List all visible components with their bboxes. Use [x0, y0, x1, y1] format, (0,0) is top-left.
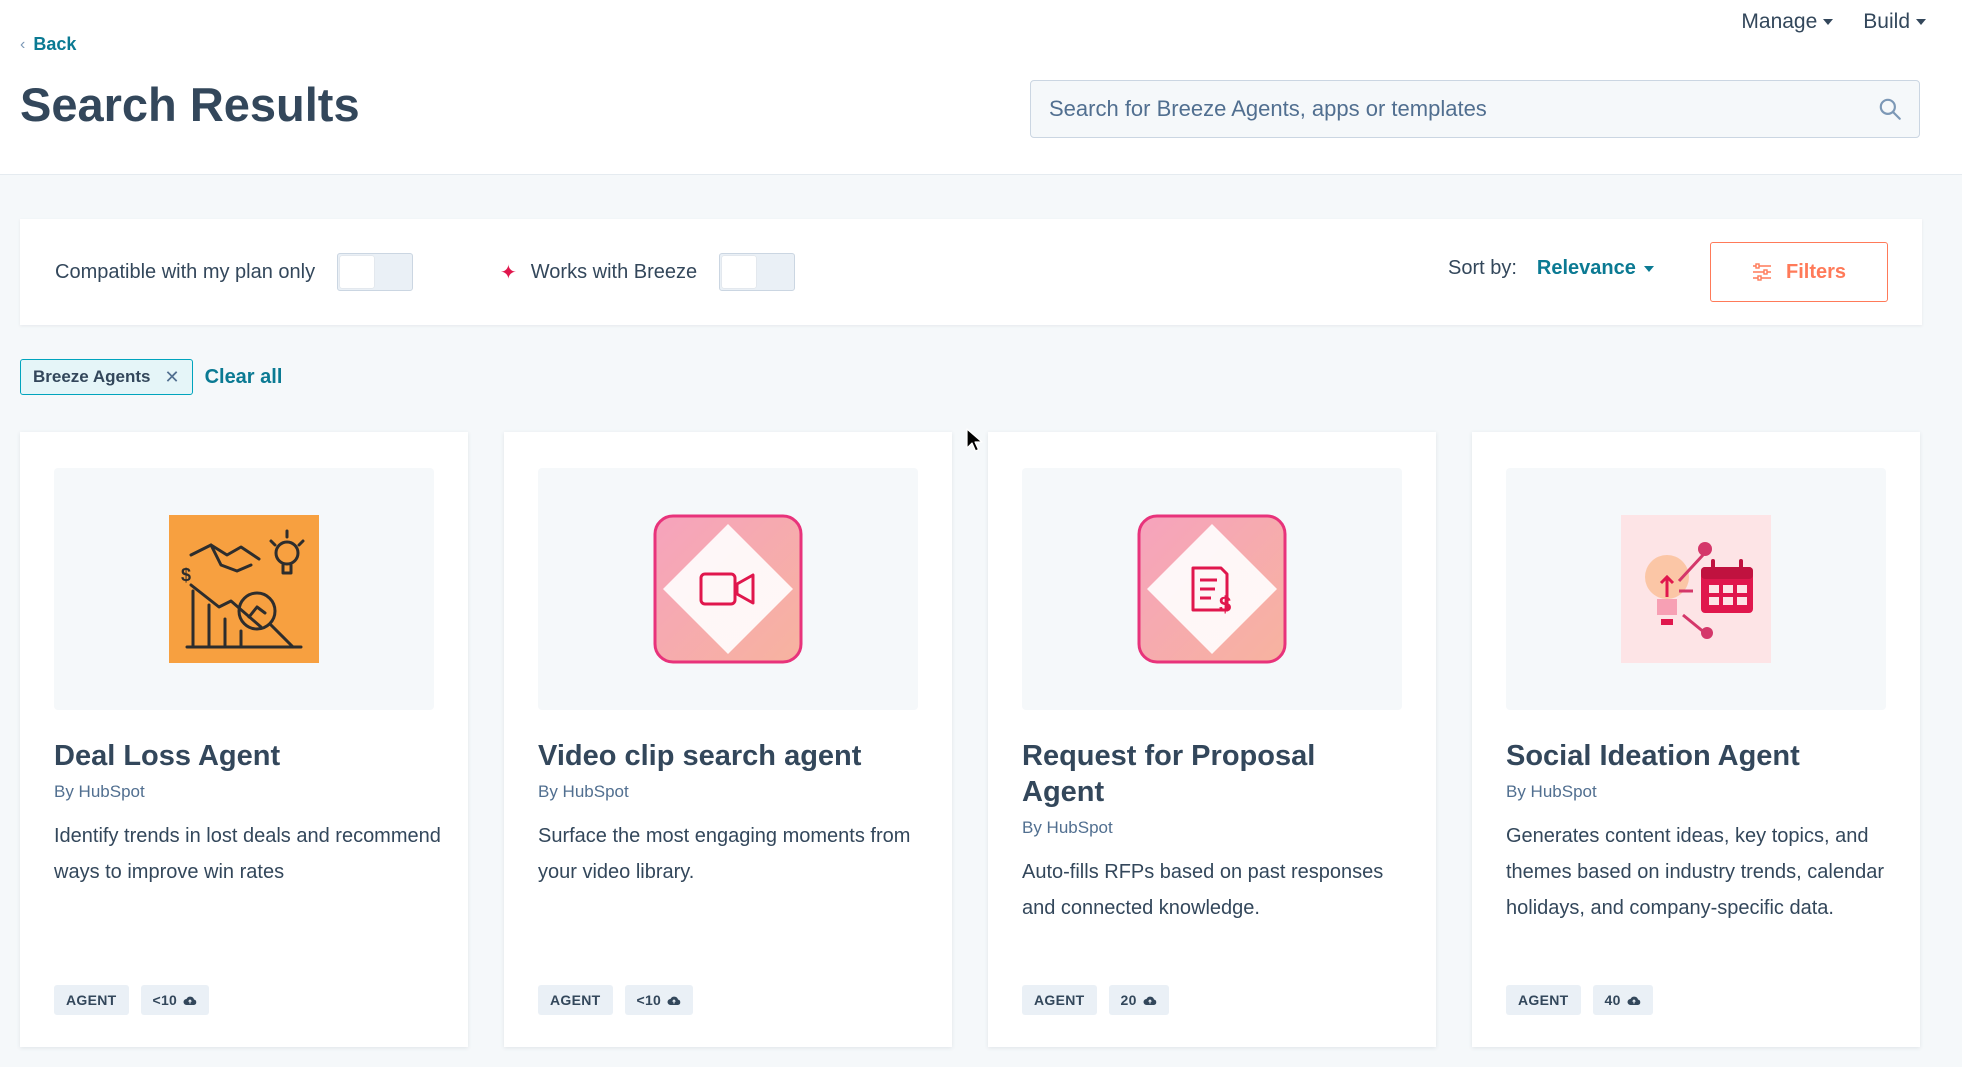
tag-installs-count: <10: [152, 992, 178, 1008]
tag-type: AGENT: [54, 985, 129, 1015]
cloud-icon: [1143, 996, 1156, 1005]
tag-type: AGENT: [538, 985, 613, 1015]
tag-installs: <10: [140, 985, 210, 1015]
card-image: [1506, 468, 1886, 710]
chevron-left-icon: ‹: [20, 35, 26, 53]
breeze-sparkle-icon: ✦: [500, 261, 517, 284]
search-input[interactable]: [1047, 95, 1877, 123]
toggle-knob: [722, 256, 757, 288]
breeze-label: Works with Breeze: [530, 260, 698, 283]
toggle-knob: [340, 256, 375, 288]
card-author: By HubSpot: [1506, 782, 1597, 801]
svg-text:$: $: [1219, 592, 1231, 617]
card-title[interactable]: Video clip search agent: [538, 738, 918, 774]
compatible-toggle-group: Compatible with my plan only: [55, 253, 414, 291]
card-author: By HubSpot: [1022, 818, 1113, 837]
card-author: By HubSpot: [538, 782, 629, 801]
card-tags: AGENT <10: [538, 985, 694, 1015]
tag-installs: <10: [624, 985, 694, 1015]
svg-text:$: $: [181, 565, 191, 585]
back-label: Back: [33, 34, 77, 54]
card-image: $: [1022, 468, 1402, 710]
deal-loss-icon: $: [169, 515, 319, 663]
card-body: By HubSpot Identify trends in lost deals…: [54, 778, 444, 890]
sort-dropdown[interactable]: Relevance: [1537, 257, 1654, 280]
filter-bar: Compatible with my plan only ✦ Works wit…: [20, 219, 1922, 325]
active-filters: Breeze Agents ✕ Clear all: [20, 359, 282, 395]
filter-chip: Breeze Agents ✕: [20, 359, 193, 395]
sort-label: Sort by:: [1448, 257, 1517, 279]
card-description: Auto-fills RFPs based on past responses …: [1022, 861, 1384, 919]
card-image: $: [54, 468, 434, 710]
video-camera-icon: [653, 514, 803, 664]
sort-value: Relevance: [1536, 257, 1636, 279]
caret-down-icon: [1643, 265, 1654, 272]
tag-installs-count: 20: [1120, 992, 1137, 1008]
top-nav: Manage Build: [1741, 10, 1926, 34]
card-body: By HubSpot Surface the most engaging mom…: [538, 778, 928, 890]
compatible-toggle[interactable]: [337, 253, 414, 291]
result-card[interactable]: Video clip search agent By HubSpot Surfa…: [504, 432, 952, 1047]
card-title[interactable]: Deal Loss Agent: [54, 738, 434, 774]
document-dollar-icon: $: [1137, 514, 1287, 664]
lightbulb-calendar-icon: [1621, 515, 1771, 663]
sliders-icon: [1752, 263, 1771, 281]
tag-installs-count: <10: [636, 992, 662, 1008]
tag-installs: 20: [1108, 985, 1169, 1015]
results-grid: $ Deal Loss Agent By HubSpot Identify tr…: [20, 432, 1920, 1047]
card-tags: AGENT 20: [1022, 985, 1169, 1015]
mouse-cursor-icon: [966, 428, 983, 452]
card-author: By HubSpot: [54, 782, 145, 801]
nav-build-label: Build: [1863, 10, 1910, 33]
filters-button[interactable]: Filters: [1710, 242, 1888, 302]
nav-manage-label: Manage: [1741, 10, 1818, 33]
nav-build[interactable]: Build: [1863, 10, 1926, 34]
result-card[interactable]: $ Deal Loss Agent By HubSpot Identify tr…: [20, 432, 468, 1047]
breeze-toggle[interactable]: [719, 253, 796, 291]
search-icon[interactable]: [1877, 96, 1903, 122]
card-title[interactable]: Social Ideation Agent: [1506, 738, 1886, 774]
result-card[interactable]: Social Ideation Agent By HubSpot Generat…: [1472, 432, 1920, 1047]
compatible-label: Compatible with my plan only: [55, 260, 316, 283]
card-description: Surface the most engaging moments from y…: [538, 825, 911, 883]
result-card[interactable]: $ Request for Proposal Agent By HubSpot …: [988, 432, 1436, 1047]
card-description: Identify trends in lost deals and recomm…: [54, 825, 441, 883]
breeze-toggle-group: ✦ Works with Breeze: [500, 253, 796, 291]
tag-installs-count: 40: [1604, 992, 1621, 1008]
filters-button-label: Filters: [1785, 260, 1847, 283]
caret-down-icon: [1916, 19, 1926, 25]
card-image: [538, 468, 918, 710]
nav-manage[interactable]: Manage: [1741, 10, 1834, 34]
card-tags: AGENT <10: [54, 985, 210, 1015]
card-title[interactable]: Request for Proposal Agent: [1022, 738, 1402, 810]
search-box[interactable]: [1030, 80, 1920, 138]
cloud-icon: [667, 996, 681, 1005]
card-description: Generates content ideas, key topics, and…: [1506, 825, 1884, 919]
tag-type: AGENT: [1506, 985, 1581, 1015]
page-title: Search Results: [20, 78, 360, 131]
tag-installs: 40: [1592, 985, 1653, 1015]
clear-all-link[interactable]: Clear all: [205, 366, 283, 389]
sort-control: Sort by: Relevance: [1448, 257, 1654, 280]
caret-down-icon: [1823, 19, 1834, 25]
page-header: Manage Build ‹ Back Search Results: [0, 0, 1962, 175]
tag-type: AGENT: [1022, 985, 1097, 1015]
cloud-icon: [1627, 996, 1640, 1005]
back-link[interactable]: ‹ Back: [20, 34, 76, 55]
close-icon[interactable]: ✕: [164, 367, 179, 388]
card-tags: AGENT 40: [1506, 985, 1653, 1015]
cloud-icon: [183, 996, 197, 1005]
card-body: By HubSpot Generates content ideas, key …: [1506, 778, 1896, 926]
card-body: By HubSpot Auto-fills RFPs based on past…: [1022, 814, 1412, 926]
filter-chip-label: Breeze Agents: [33, 367, 151, 386]
